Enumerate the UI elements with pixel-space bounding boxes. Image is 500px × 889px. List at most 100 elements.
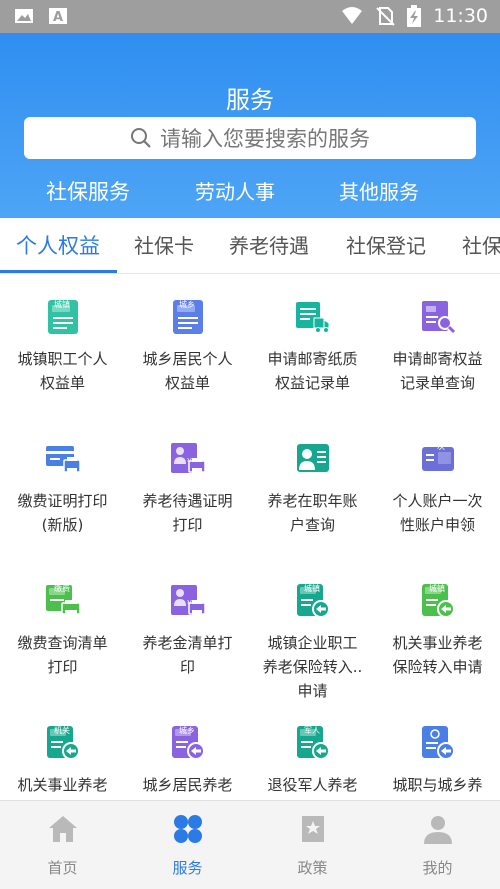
- service-label-line: 打印: [47, 658, 78, 676]
- active-tab-indicator: [0, 270, 117, 273]
- service-item[interactable]: 城乡 城乡居民养老: [125, 716, 250, 800]
- battery-charging-icon: [407, 5, 422, 27]
- transfer-cycle-icon: [422, 726, 455, 760]
- service-label-line: 权益单: [39, 374, 85, 392]
- icon-badge-label: 城乡: [179, 726, 195, 735]
- service-label-line: 记录单查询: [399, 374, 475, 392]
- tab-other-services[interactable]: 其他服务: [339, 176, 419, 205]
- service-label: 缴费查询清单 打印: [4, 631, 121, 679]
- service-label-line: 缴费查询清单: [17, 634, 108, 652]
- service-label-line: 印: [179, 658, 195, 676]
- search-input[interactable]: 请输入您要搜索的服务: [24, 117, 476, 159]
- nav-profile[interactable]: 我的: [375, 813, 500, 878]
- service-label-line: 养老保险转入..: [262, 658, 363, 676]
- policy-icon: [301, 816, 324, 842]
- service-label-line: 养老待遇证明: [142, 492, 233, 510]
- service-label: 缴费证明打印 (新版): [4, 489, 121, 537]
- person-card-icon: [297, 444, 329, 472]
- service-label: 个人账户一次 性账户申领: [379, 489, 496, 537]
- service-label-line: 个人账户一次: [392, 492, 483, 510]
- service-label-line: 城职与城乡养: [392, 776, 483, 794]
- service-item[interactable]: ¥ 养老金清单打印: [125, 574, 250, 714]
- icon-badge-label: 城乡: [179, 300, 195, 309]
- subtab-registration[interactable]: 社保登记: [346, 230, 426, 259]
- subtab-social-more[interactable]: 社保: [462, 230, 500, 259]
- nav-home[interactable]: 首页: [0, 813, 125, 878]
- service-label: 养老金清单打印: [129, 631, 246, 679]
- service-label-line: 城镇职工个人: [17, 350, 108, 368]
- service-label: 养老待遇证明 打印: [129, 489, 246, 537]
- page-title: 服务: [226, 86, 274, 114]
- service-label-line: 城乡居民个人: [142, 350, 233, 368]
- mail-search-icon: [422, 301, 456, 334]
- service-item[interactable]: 养老在职年账 户查询: [250, 432, 375, 572]
- no-sim-icon: [376, 7, 395, 26]
- service-grid: 城镇 城镇职工个人 权益单 城乡 城乡居民个人 权益单 申请邮寄纸质 权益记录单 申请邮寄权益记…: [0, 290, 500, 800]
- icon-badge-label: 城镇: [54, 300, 70, 309]
- icon-badge-label: 机关: [54, 726, 70, 735]
- service-label-line: 打印: [172, 516, 203, 534]
- subtab-social-card[interactable]: 社保卡: [134, 230, 194, 259]
- service-item[interactable]: ¥ 养老待遇证明打印: [125, 432, 250, 572]
- service-label-line: (新版): [41, 516, 84, 534]
- service-label-line: 机关事业养老: [392, 634, 483, 652]
- bottom-nav: 首页 服务 政策 我的: [0, 800, 500, 889]
- service-item[interactable]: 城镇城镇职工个人 权益单: [0, 290, 125, 430]
- service-label-line: 机关事业养老: [17, 776, 108, 794]
- status-bar: A 11:30: [0, 0, 500, 33]
- service-item[interactable]: 缴费缴费查询清单 打印: [0, 574, 125, 714]
- service-label: 机关事业养老: [4, 773, 121, 797]
- icon-badge-label: 缴费: [54, 584, 70, 593]
- profile-icon: [423, 816, 452, 844]
- service-label: 申请邮寄纸质 权益记录单: [254, 347, 371, 395]
- service-label: 城乡居民养老: [129, 773, 246, 797]
- service-label: 城镇职工个人 权益单: [4, 347, 121, 395]
- tab-labor-personnel[interactable]: 劳动人事: [195, 176, 275, 205]
- service-label-line: 户查询: [289, 516, 335, 534]
- service-label-line: 申请: [297, 682, 328, 700]
- tab-social-security[interactable]: 社保服务: [46, 176, 130, 206]
- wifi-icon: [342, 7, 363, 24]
- search-icon: [131, 128, 151, 148]
- service-label: 城乡居民个人 权益单: [129, 347, 246, 395]
- subtab-bar: 个人权益 社保卡 养老待遇 社保登记 社保: [0, 218, 500, 274]
- service-item[interactable]: 申请邮寄纸质 权益记录单: [250, 290, 375, 430]
- header: 服务 请输入您要搜索的服务 社保服务 劳动人事 其他服务: [0, 33, 500, 218]
- service-label-line: 退役军人养老: [267, 776, 358, 794]
- service-item[interactable]: 申请邮寄权益 记录单查询: [375, 290, 500, 430]
- home-icon: [48, 816, 77, 842]
- icon-badge-label: 城镇: [429, 584, 445, 593]
- service-item[interactable]: 缴费证明打印 (新版): [0, 432, 125, 572]
- service-item[interactable]: 城乡城乡居民个人 权益单: [125, 290, 250, 430]
- service-label: 机关事业养老 保险转入申请: [379, 631, 496, 679]
- service-label-line: 权益记录单: [274, 374, 350, 392]
- service-item[interactable]: 城镇 城镇企业职工 养老保险转入.. 申请: [250, 574, 375, 714]
- service-item[interactable]: 机关 机关事业养老: [0, 716, 125, 800]
- card-printer-icon: [46, 446, 81, 474]
- service-item[interactable]: 军人 退役军人养老: [250, 716, 375, 800]
- service-label-line: 养老在职年账: [267, 492, 358, 510]
- icon-badge-label: 城镇: [304, 584, 320, 593]
- service-label: 城镇企业职工 养老保险转入.. 申请: [254, 631, 371, 703]
- service-label: 养老在职年账 户查询: [254, 489, 371, 537]
- services-icon: [173, 815, 202, 843]
- mail-truck-icon: [296, 302, 330, 333]
- image-icon: [15, 9, 33, 23]
- icon-badge-label: 军人: [304, 726, 320, 735]
- service-label: 退役军人养老: [254, 773, 371, 797]
- pension-printer-icon: ¥: [171, 585, 206, 616]
- service-label-line: 保险转入申请: [392, 658, 483, 676]
- service-item[interactable]: 城职与城乡养: [375, 716, 500, 800]
- subtab-personal-rights[interactable]: 个人权益: [16, 230, 100, 260]
- service-item[interactable]: 城镇机关事业养老 保险转入申请: [375, 574, 500, 714]
- service-label-line: 缴费证明打印: [17, 492, 108, 510]
- subtab-pension[interactable]: 养老待遇: [229, 230, 309, 259]
- nav-policy[interactable]: 政策: [250, 813, 375, 878]
- service-label: 申请邮寄权益 记录单查询: [379, 347, 496, 395]
- nav-services[interactable]: 服务: [125, 813, 250, 878]
- service-label-line: 申请邮寄权益: [392, 350, 483, 368]
- service-item[interactable]: 一次 个人账户一次 性账户申领: [375, 432, 500, 572]
- service-label: 城职与城乡养: [379, 773, 496, 797]
- service-label-line: 城乡居民养老: [142, 776, 233, 794]
- service-label-line: 养老金清单打: [142, 634, 233, 652]
